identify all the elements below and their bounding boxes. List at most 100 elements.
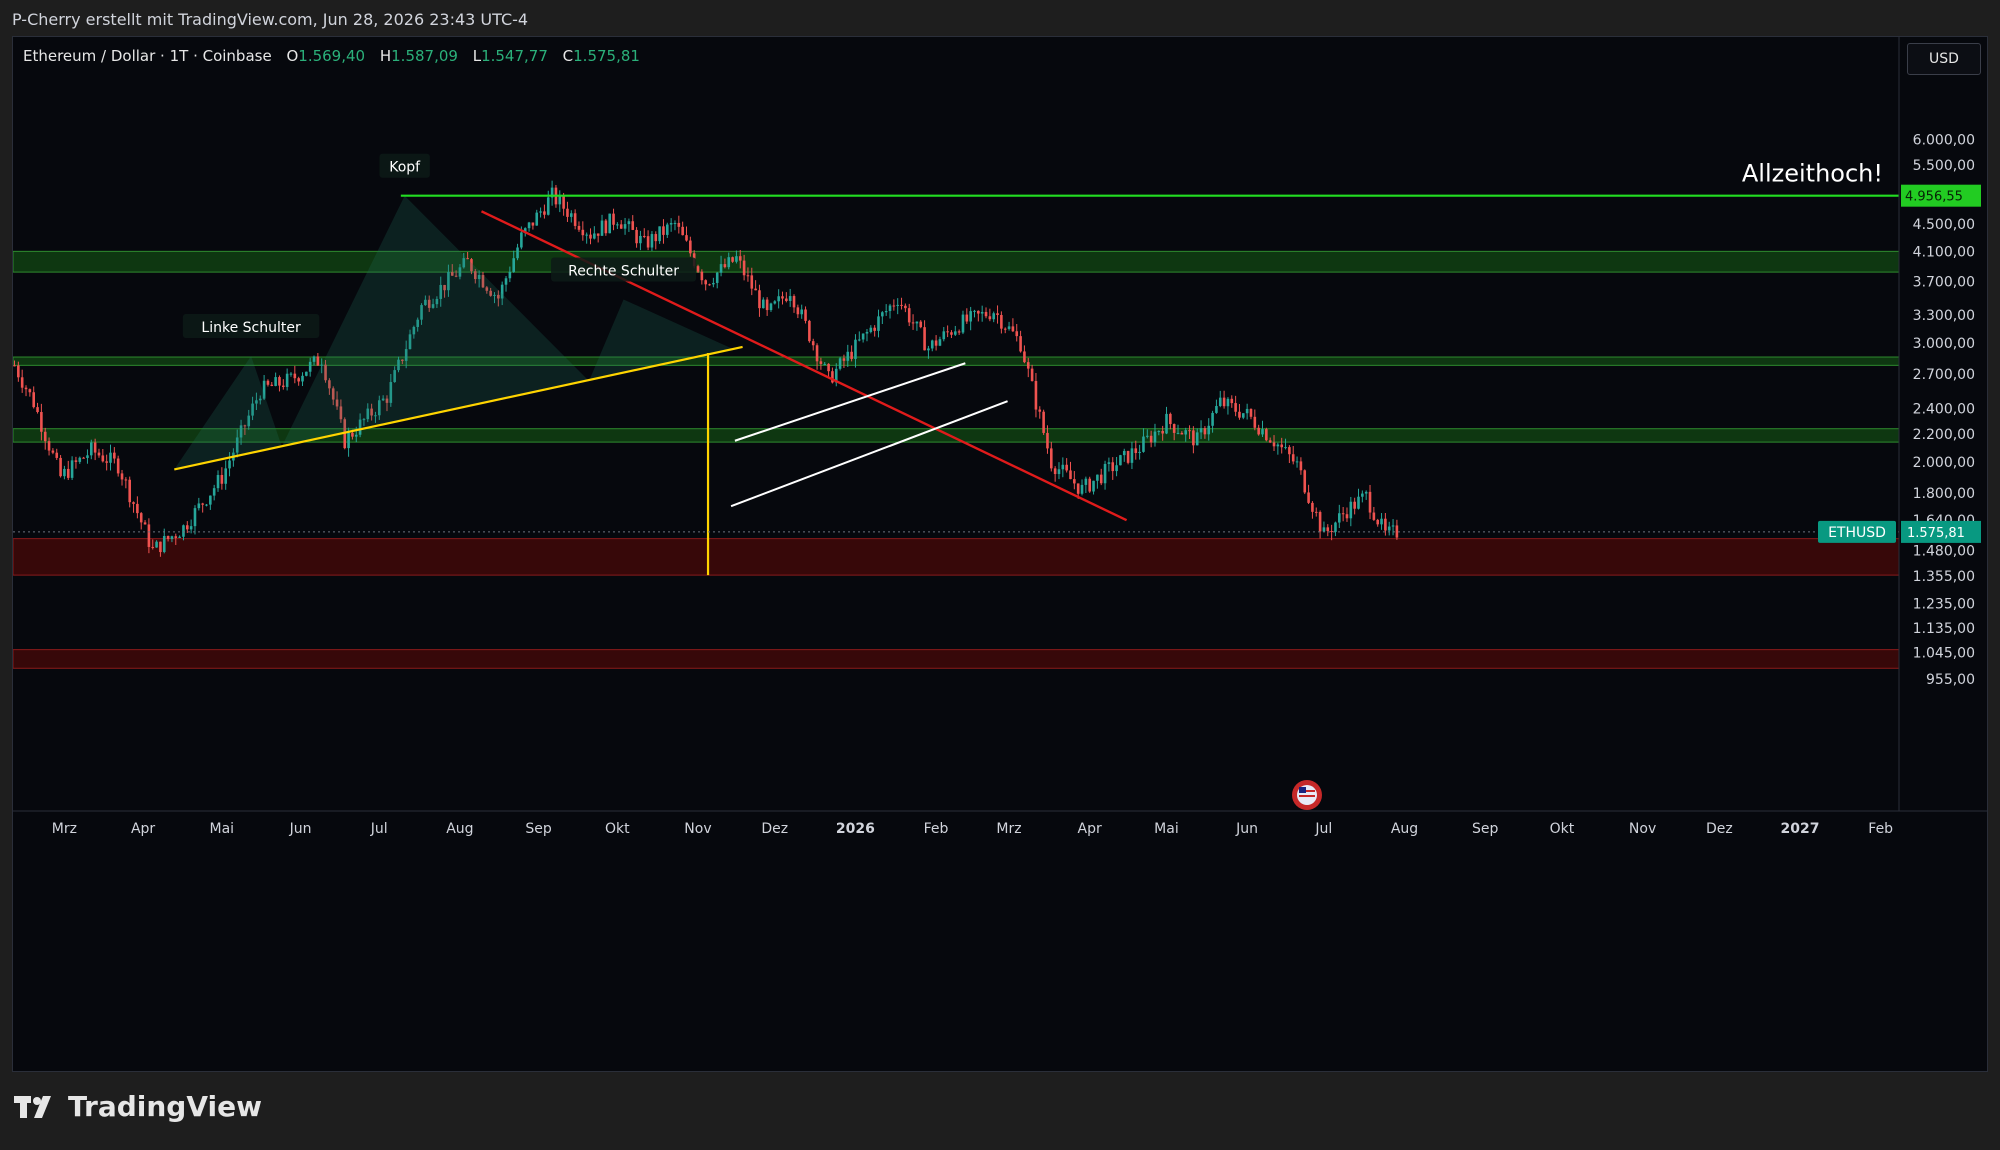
tradingview-logo[interactable]: TradingView [14,1090,262,1123]
candle-body [911,322,915,324]
candle-body [1107,462,1111,464]
candle-body [930,340,934,349]
candle-body [900,304,903,306]
currency-selector[interactable]: USD [1907,43,1981,75]
x-tick-label: Okt [1550,821,1575,837]
candle-body [742,260,746,276]
candle-body [1096,474,1099,481]
candle-body [93,442,97,453]
candle-body [1092,480,1095,492]
candle-body [312,356,316,362]
candle-body [1103,463,1107,484]
candle-body [785,298,788,301]
candle-body [1053,468,1057,475]
candle-body [166,535,170,539]
x-tick-label: Jul [370,821,388,837]
candle-body [566,208,569,217]
candle-body [704,280,707,285]
candle-body [746,275,750,277]
candle-body [1349,501,1353,519]
candle-body [224,468,227,484]
candle-body [1364,491,1368,494]
x-tick-label: Feb [924,821,949,837]
candle-body [1115,465,1118,472]
candle-body [719,264,723,273]
high-label: H [379,47,392,65]
candle-body [105,461,108,463]
candle-body [1318,512,1322,532]
brand-name: TradingView [68,1090,262,1123]
candle-body [1180,432,1184,435]
candle-body [274,377,277,386]
candle-body [13,365,16,367]
candle-body [193,508,197,527]
candle-body [1234,403,1237,412]
candle-body [727,257,731,268]
candle-body [800,309,803,315]
event-flag-canton [1299,787,1306,793]
y-tick-label: 2.700,00 [1913,367,1975,383]
candle-body [216,474,220,489]
candle-body [1218,397,1222,406]
symbol-title[interactable]: Ethereum / Dollar · 1T · Coinbase [23,47,272,65]
y-tick-label: 3.000,00 [1913,336,1975,352]
y-tick-label: 3.700,00 [1913,274,1975,290]
y-tick-label: 6.000,00 [1913,133,1975,149]
price-chart[interactable]: Allzeithoch! Linke Schulter Kopf Rechte Sch… [13,37,1987,1071]
candle-body [512,258,515,272]
candle-body [74,460,78,462]
zone-support-resistance-1 [13,356,1900,366]
candle-body [1276,444,1280,447]
y-tick-label: 1.480,00 [1913,543,1975,559]
candle-body [842,358,846,361]
candle-body [1176,432,1180,434]
x-tick-label: Mai [1154,821,1179,837]
candle-body [1169,413,1172,425]
pattern-shading-0 [174,355,282,470]
candle-body [1391,525,1395,527]
candle-body [919,321,923,328]
candle-body [788,296,792,301]
candle-body [1238,411,1241,418]
candle-body [1057,469,1061,475]
x-tick-label: Okt [605,821,630,837]
candle-body [773,301,777,304]
y-tick-label: 2.000,00 [1913,455,1975,471]
high-value: 1.587,09 [391,47,458,65]
candle-body [1291,454,1295,462]
candle-body [1030,368,1034,382]
candle-body [1046,432,1049,449]
candle-body [858,339,861,341]
candle-body [228,460,231,469]
candle-body [24,387,28,390]
candle-body [1242,413,1245,418]
candle-body [109,452,112,463]
trendline-channel-lower [730,400,1008,508]
pattern-label-1: Kopf [389,160,421,176]
x-tick-label: Sep [1472,821,1499,837]
candle-body [619,224,623,229]
candle-body [777,296,780,302]
candle-body [708,284,711,286]
candle-body [1172,424,1176,433]
candle-body [650,234,654,248]
chart-panel[interactable]: Allzeithoch! Linke Schulter Kopf Rechte Sch… [12,36,1988,1072]
candle-body [270,384,274,386]
candle-body [965,314,969,322]
candle-body [808,320,811,342]
candle-body [1084,478,1088,485]
candle-body [116,458,120,474]
candle-body [896,304,899,306]
x-tick-label: Mrz [52,821,77,837]
candle-body [558,196,562,205]
candle-body [892,305,896,307]
candle-body [589,234,592,239]
candle-body [305,371,308,376]
candle-body [1165,413,1168,434]
candle-body [28,389,32,393]
candle-body [1372,512,1376,520]
candle-body [754,288,757,291]
x-tick-label: Feb [1868,821,1893,837]
candle-body [827,363,830,372]
candle-body [1003,328,1007,330]
